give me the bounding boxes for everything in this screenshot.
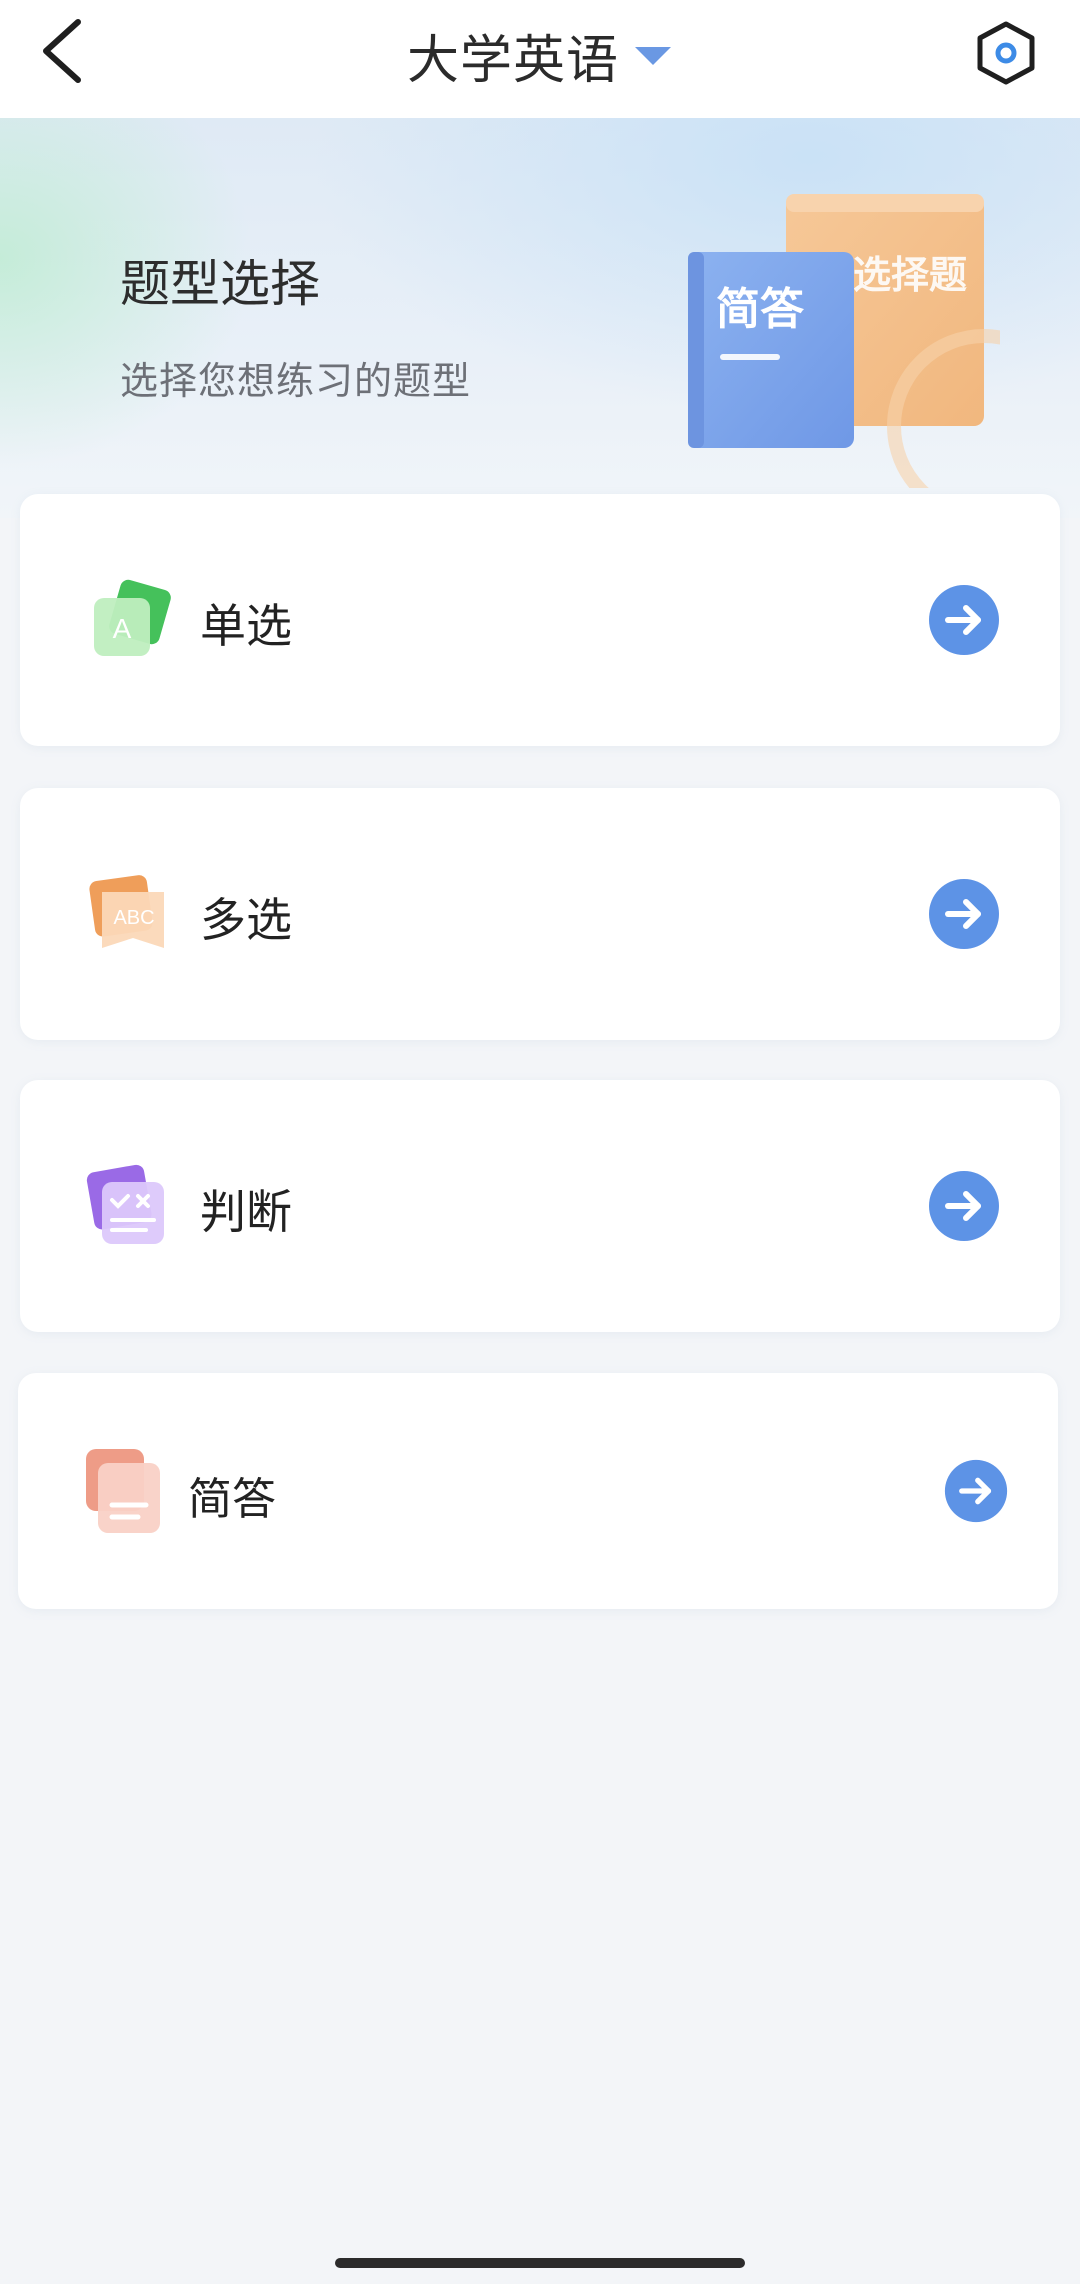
books-illustration: 选择题 简答 (688, 194, 1000, 488)
question-type-card-multiple[interactable]: ABC 多选 (20, 788, 1060, 1040)
arrow-right-icon[interactable] (928, 584, 1000, 656)
question-type-card-judgement[interactable]: 判断 (20, 1080, 1060, 1332)
hexagon-settings-icon (977, 21, 1035, 85)
short-answer-icon (86, 1449, 160, 1533)
question-type-card-single[interactable]: A 单选 (20, 494, 1060, 746)
back-book-label: 选择题 (853, 255, 967, 297)
home-indicator[interactable] (335, 2258, 745, 2268)
front-book-label: 简答 (716, 285, 805, 334)
subject-selector[interactable]: 大学英语 (0, 18, 1080, 93)
question-type-label: 多选 (200, 893, 292, 947)
multiple-choice-icon: ABC (89, 875, 164, 948)
caret-down-icon (635, 46, 671, 65)
page-title: 大学英语 (406, 31, 619, 91)
single-choice-icon: A (94, 579, 171, 656)
settings-button[interactable] (974, 20, 1038, 86)
hero-banner: 题型选择 选择您想练习的题型 选择题 简答 (0, 118, 1080, 518)
question-type-label: 单选 (200, 599, 292, 653)
hero-title: 题型选择 (120, 255, 320, 313)
single-choice-icon-letter: A (113, 613, 132, 644)
arrow-right-icon[interactable] (928, 1170, 1000, 1242)
hero-subtitle: 选择您想练习的题型 (120, 359, 472, 403)
true-false-icon (86, 1164, 164, 1244)
question-type-card-short-answer[interactable]: 简答 (18, 1373, 1058, 1609)
arrow-right-icon[interactable] (928, 878, 1000, 950)
top-bar: 大学英语 (0, 0, 1080, 118)
multiple-choice-icon-letters: ABC (113, 907, 154, 929)
arrow-right-icon[interactable] (944, 1459, 1008, 1523)
question-type-label: 简答 (188, 1474, 276, 1525)
question-type-label: 判断 (200, 1185, 292, 1239)
